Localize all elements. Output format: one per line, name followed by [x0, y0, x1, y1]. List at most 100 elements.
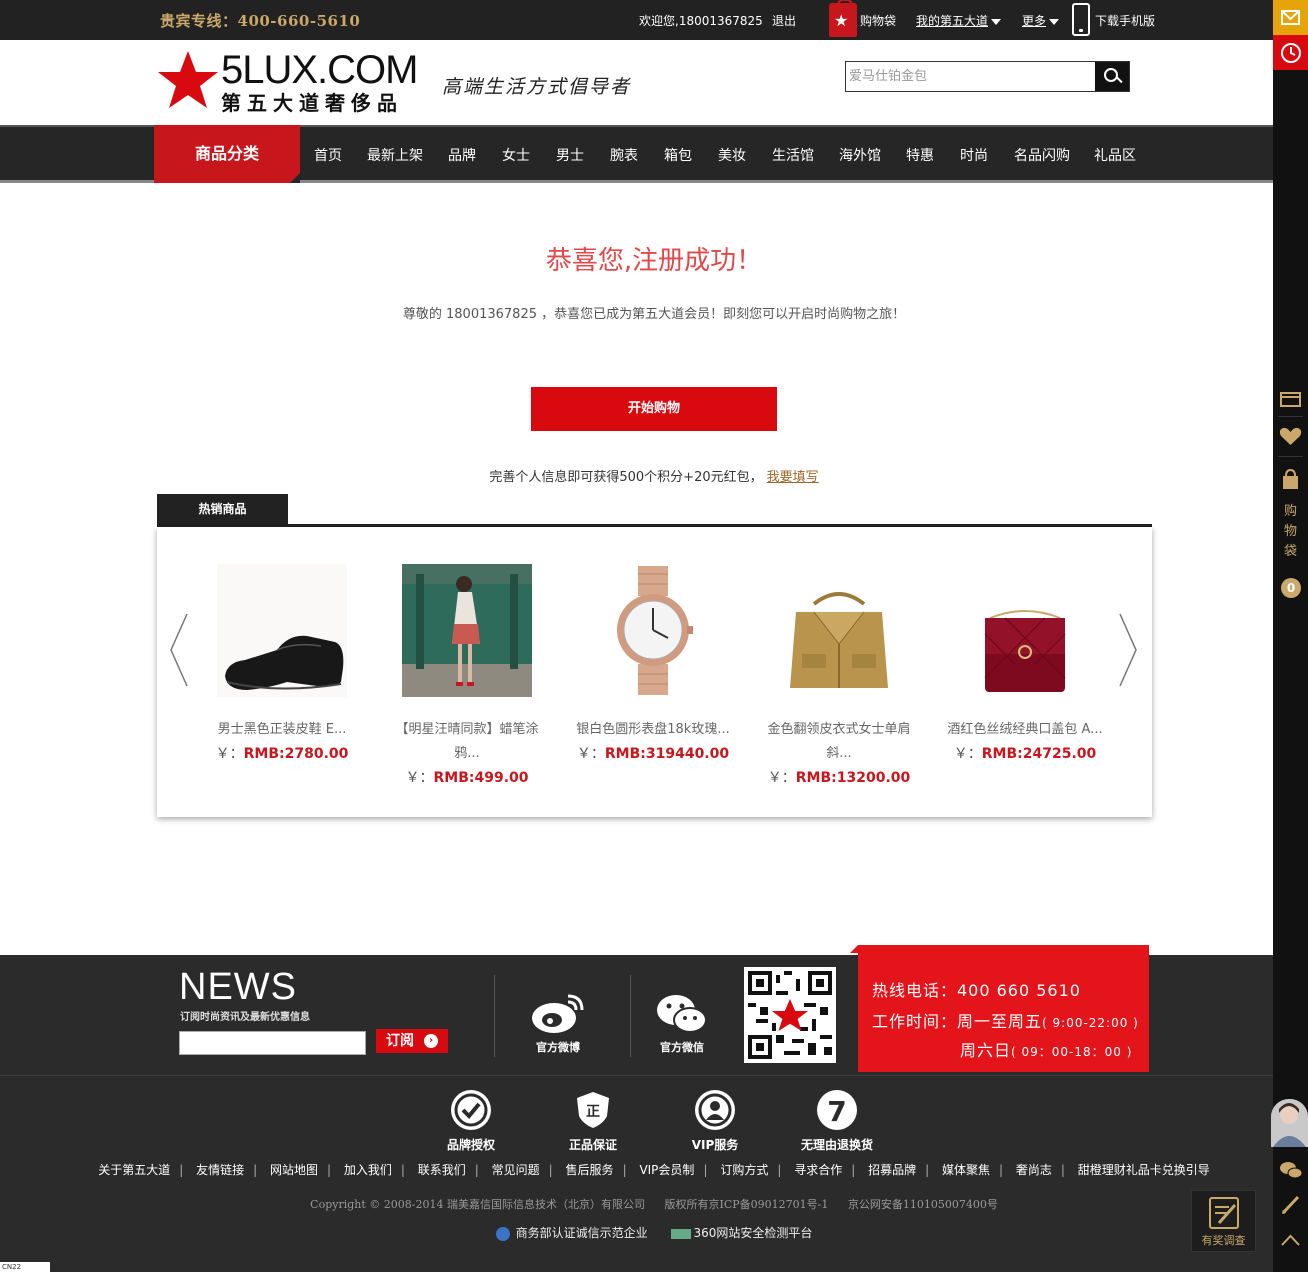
logout-link[interactable]: 退出 — [772, 12, 796, 29]
footer-link[interactable]: 售后服务 — [566, 1163, 614, 1177]
sidebar-cart-label[interactable]: 购 物 袋 — [1273, 502, 1308, 562]
shopping-bag-icon[interactable]: ★ — [829, 0, 857, 37]
newsletter-email-input[interactable] — [179, 1031, 366, 1055]
nav-item-gifts[interactable]: 礼品区 — [1094, 145, 1136, 165]
product-image-shoe[interactable] — [217, 564, 347, 697]
back-to-top-icon[interactable] — [1273, 1228, 1308, 1258]
nav-item-home[interactable]: 首页 — [314, 145, 342, 165]
nav-item-lifestyle[interactable]: 生活馆 — [772, 145, 814, 165]
category-menu[interactable]: 商品分类 — [154, 125, 300, 183]
product-name-line1[interactable]: 【明星汪晴同款】蜡笔涂 — [381, 718, 553, 742]
separator: | — [474, 1163, 479, 1177]
footer-link[interactable]: 甜橙理财礼品卡兑换引导 — [1078, 1163, 1210, 1177]
separator: | — [622, 1163, 627, 1177]
cert-360[interactable]: 360网站安全检测平台 — [671, 1224, 812, 1241]
nav-item-flash-sale[interactable]: 名品闪购 — [1014, 145, 1070, 165]
product-image-watch[interactable] — [588, 564, 718, 697]
product-name[interactable]: 金色翻领皮衣式女士单肩 斜... — [753, 718, 925, 766]
mail-icon[interactable] — [1273, 0, 1308, 35]
complete-profile-line: 完善个人信息即可获得500个积分+20元红包， 我要填写 — [0, 466, 1308, 485]
logo-star-icon[interactable] — [157, 50, 219, 110]
nav-item-sale[interactable]: 特惠 — [906, 145, 934, 165]
footer-link[interactable]: 关于第五大道 — [98, 1163, 170, 1177]
edit-icon[interactable] — [1273, 1192, 1308, 1222]
history-icon[interactable] — [1273, 35, 1308, 70]
footer-link[interactable]: 加入我们 — [344, 1163, 392, 1177]
badge-label: 无理由退换货 — [800, 1138, 873, 1152]
carousel-prev-icon[interactable] — [169, 612, 189, 688]
product-name-line1[interactable]: 金色翻领皮衣式女士单肩 — [753, 718, 925, 742]
cart-bag-icon[interactable] — [1273, 468, 1308, 498]
footer-link[interactable]: 友情链接 — [196, 1163, 244, 1177]
badge-return[interactable]: 7 无理由退换货 — [792, 1090, 882, 1153]
product-image-dress[interactable] — [402, 564, 532, 697]
separator: | — [327, 1163, 332, 1177]
nav-item-brand[interactable]: 品牌 — [448, 145, 476, 165]
nav-item-beauty[interactable]: 美妆 — [718, 145, 746, 165]
nav-item-fashion[interactable]: 时尚 — [960, 145, 988, 165]
tab-hot-products[interactable]: 热销商品 — [157, 494, 288, 524]
product-name[interactable]: 【明星汪晴同款】蜡笔涂 鸦... — [381, 718, 553, 766]
footer-link[interactable]: 常见问题 — [492, 1163, 540, 1177]
badge-genuine[interactable]: 正 正品保证 — [548, 1090, 638, 1153]
checkmark-icon — [451, 1090, 491, 1130]
nav-item-bags[interactable]: 箱包 — [664, 145, 692, 165]
footer-link[interactable]: VIP会员制 — [639, 1163, 694, 1177]
nav-item-watches[interactable]: 腕表 — [610, 145, 638, 165]
price-value: RMB:319440.00 — [604, 746, 730, 762]
product-image-gold-bag[interactable] — [774, 564, 904, 697]
cart-link[interactable]: 购物袋 — [860, 12, 896, 29]
footer-link[interactable]: 联系我们 — [418, 1163, 466, 1177]
card-icon[interactable] — [1273, 388, 1308, 418]
product-name-line2[interactable]: 鸦... — [381, 742, 553, 766]
product-name[interactable]: 银白色圆形表盘18k玫瑰... — [567, 718, 739, 742]
vip-hotline: 贵宾专线：400-660-5610 — [160, 12, 361, 30]
nav-item-overseas[interactable]: 海外馆 — [839, 145, 881, 165]
footer-link[interactable]: 奢尚志 — [1016, 1163, 1052, 1177]
separator: | — [999, 1163, 1004, 1177]
chat-icon[interactable] — [1273, 1158, 1308, 1188]
separator: | — [548, 1163, 553, 1177]
product-image-red-bag[interactable] — [960, 564, 1090, 697]
working-hours-weekday: 工作时间：周一至周五( 9:00-22:00 ) — [872, 1008, 1139, 1032]
product-card[interactable]: 银白色圆形表盘18k玫瑰... ￥：RMB:319440.00 — [567, 564, 739, 766]
heart-icon[interactable] — [1273, 424, 1308, 454]
search-input[interactable] — [846, 62, 1096, 91]
product-name[interactable]: 酒红色丝绒经典口盖包 A... — [939, 718, 1111, 742]
nav-item-men[interactable]: 男士 — [556, 145, 584, 165]
nav-item-women[interactable]: 女士 — [502, 145, 530, 165]
complete-profile-link[interactable]: 我要填写 — [767, 470, 819, 485]
subscribe-button[interactable]: 订阅 › — [376, 1029, 448, 1053]
search-button[interactable] — [1095, 62, 1129, 91]
badge-vip[interactable]: VIP服务 — [670, 1090, 760, 1153]
weibo-label: 官方微博 — [536, 1041, 580, 1054]
product-name[interactable]: 男士黑色正装皮鞋 E... — [196, 718, 368, 742]
survey-button[interactable]: 有奖调查 — [1191, 1190, 1256, 1252]
footer-link[interactable]: 招募品牌 — [868, 1163, 916, 1177]
product-card[interactable]: 金色翻领皮衣式女士单肩 斜... ￥：RMB:13200.00 — [753, 564, 925, 790]
footer-link[interactable]: 寻求合作 — [794, 1163, 842, 1177]
download-app-link[interactable]: 下载手机版 — [1095, 12, 1155, 29]
product-card[interactable]: 【明星汪晴同款】蜡笔涂 鸦... ￥：RMB:499.00 — [381, 564, 553, 790]
footer-link[interactable]: 订购方式 — [720, 1163, 768, 1177]
my-account-menu[interactable]: 我的第五大道 — [916, 12, 1002, 29]
my-account-label: 我的第五大道 — [916, 14, 989, 28]
more-menu[interactable]: 更多 — [1022, 12, 1060, 29]
start-shopping-button[interactable]: 开始购物 — [531, 387, 777, 431]
logo-text[interactable]: 5LUX.COM — [221, 48, 418, 92]
wechat-link[interactable]: 官方微信 — [642, 990, 722, 1055]
footer-link[interactable]: 网站地图 — [270, 1163, 318, 1177]
mobile-phone-icon[interactable] — [1072, 3, 1090, 36]
carousel-next-icon[interactable] — [1118, 612, 1138, 688]
customer-service-avatar[interactable] — [1271, 1099, 1308, 1147]
product-card[interactable]: 酒红色丝绒经典口盖包 A... ￥：RMB:24725.00 — [939, 564, 1111, 766]
weibo-link[interactable]: 官方微博 — [518, 990, 598, 1055]
footer-link[interactable]: 媒体聚焦 — [942, 1163, 990, 1177]
product-card[interactable]: 男士黑色正装皮鞋 E... ￥：RMB:2780.00 — [196, 564, 368, 766]
svg-text:正: 正 — [586, 1104, 600, 1120]
nav-item-new[interactable]: 最新上架 — [367, 145, 423, 165]
product-name-line2[interactable]: 斜... — [753, 742, 925, 766]
cert-mofcom[interactable]: 商务部认证诚信示范企业 — [495, 1224, 648, 1241]
wechat-icon — [657, 995, 707, 1033]
badge-brand-auth[interactable]: 品牌授权 — [426, 1090, 516, 1153]
